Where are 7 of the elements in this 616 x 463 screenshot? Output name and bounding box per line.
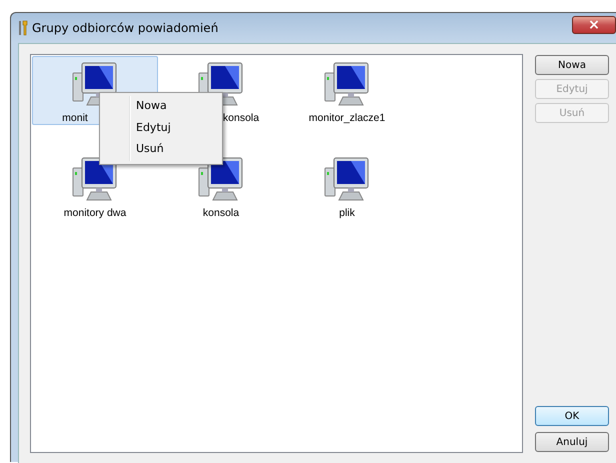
item-label: konsola <box>202 206 240 221</box>
item-label: monit <box>62 111 88 126</box>
item-label: konsola <box>222 111 260 126</box>
item-label: monitory dwa <box>64 206 126 221</box>
item-label: monitor_zlacze1 <box>308 111 386 126</box>
window-title: Grupy odbiorców powiadomień <box>32 20 218 37</box>
item-label: plik <box>339 206 355 221</box>
